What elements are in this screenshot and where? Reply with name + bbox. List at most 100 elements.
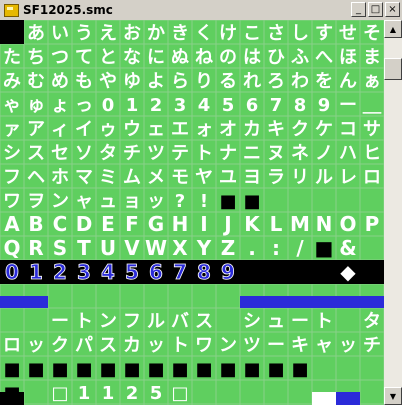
tile-glyph: ■ (27, 359, 44, 380)
tile-glyph: つ (51, 47, 69, 68)
tile-glyph: う (75, 23, 93, 44)
tile-block (240, 260, 384, 284)
tile-glyph: J (222, 212, 231, 236)
tile-glyph: バ (171, 311, 189, 332)
tile-glyph: セ (51, 143, 69, 164)
tile-glyph: ひ (267, 47, 285, 68)
tile-glyph: ほ (339, 47, 357, 68)
tile-glyph: ふ (291, 47, 309, 68)
tile-glyph: ン (51, 191, 69, 212)
tile-glyph: V (124, 236, 140, 260)
tile-glyph: I (200, 212, 207, 236)
tile-glyph: ■ (219, 359, 236, 380)
tile-glyph: ス (99, 335, 117, 356)
tile-glyph: 1 (102, 383, 115, 404)
tile-glyph: ッ (147, 191, 165, 212)
tile-glyph: ツ (147, 143, 165, 164)
tile-glyph: O (339, 212, 356, 236)
tile-glyph: か (147, 23, 165, 44)
tile-glyph: ー (51, 311, 69, 332)
tile-glyph: 9 (221, 260, 235, 284)
tile-glyph: も (75, 71, 93, 92)
tile-glyph: ン (219, 335, 237, 356)
tile-glyph: サ (363, 119, 381, 140)
tile-glyph: ユ (219, 167, 237, 188)
tile-glyph: & (339, 236, 356, 260)
tile-glyph: モ (171, 167, 189, 188)
tile-glyph: む (27, 71, 45, 92)
tile-glyph: を (315, 71, 333, 92)
tile-glyph: X (172, 236, 188, 260)
tile-glyph: ア (27, 119, 45, 140)
tile-glyph: ト (171, 335, 189, 356)
scroll-thumb[interactable] (384, 58, 402, 80)
tile-glyph: ゅ (27, 95, 45, 116)
tile-glyph: え (99, 23, 117, 44)
tile-glyph: 7 (173, 260, 187, 284)
tile-glyph: 8 (197, 260, 211, 284)
tile-viewer[interactable]: ■ あいうえおかきくけこさしすせそたちつてとなにぬねのはひふへほまみむめもやゆよら… (0, 20, 384, 405)
tile-glyph: 7 (270, 95, 283, 116)
tile-glyph: フ (3, 167, 21, 188)
tile-glyph: 1 (126, 95, 139, 116)
tile-glyph: ゆ (123, 71, 141, 92)
tile-glyph: エ (171, 119, 189, 140)
tile-glyph: ッ (147, 335, 165, 356)
tile-glyph: S (53, 236, 67, 260)
vertical-scrollbar[interactable]: ▲ ▼ (384, 20, 402, 405)
tile-glyph: フ (123, 311, 141, 332)
tile-glyph: ヘ (27, 167, 45, 188)
tile-glyph: オ (219, 119, 237, 140)
tile-glyph: 4 (101, 260, 115, 284)
window-controls: _ □ × (351, 2, 400, 17)
tile-glyph: ー (267, 335, 285, 356)
tile-glyph: ■ (195, 359, 212, 380)
tile-glyph: 3 (77, 260, 91, 284)
tile-glyph: G (148, 212, 164, 236)
tile-glyph: Z (221, 236, 236, 260)
tile-glyph: 6 (246, 95, 259, 116)
minimize-button[interactable]: _ (351, 2, 366, 17)
tile-block (0, 296, 48, 308)
tile-glyph: さ (267, 23, 285, 44)
tile-glyph: い (51, 23, 69, 44)
tile-glyph: せ (339, 23, 357, 44)
tile-glyph: Y (196, 236, 212, 260)
tile-glyph: 2 (53, 260, 67, 284)
tile-glyph: 0 (102, 95, 115, 116)
tile-glyph: ヨ (243, 167, 261, 188)
tile-glyph: ■ (3, 359, 20, 380)
tile-glyph: ノ (315, 143, 333, 164)
tile-glyph: R (28, 236, 43, 260)
tile-glyph: D (76, 212, 93, 236)
tile-glyph: ■ (243, 359, 260, 380)
tile-glyph: ワ (3, 191, 21, 212)
tile-glyph: 5 (150, 383, 163, 404)
tile-glyph: ー (291, 311, 309, 332)
tile-glyph: ! (200, 191, 208, 212)
maximize-button[interactable]: □ (368, 2, 383, 17)
tile-glyph: ト (75, 311, 93, 332)
tile-glyph: A (4, 212, 20, 236)
tile-glyph: ゃ (3, 95, 21, 116)
tile-grid[interactable]: ■ あいうえおかきくけこさしすせそたちつてとなにぬねのはひふへほまみむめもやゆよら… (0, 20, 384, 405)
tile-glyph: っ (75, 95, 93, 116)
tile-glyph: / (296, 236, 304, 260)
scroll-down-button[interactable]: ▼ (384, 387, 402, 405)
tile-glyph: ホ (51, 167, 69, 188)
tile-glyph: ヤ (195, 167, 213, 188)
scroll-up-button[interactable]: ▲ (384, 20, 402, 38)
tile-glyph: チ (363, 335, 381, 356)
tile-glyph: . (248, 236, 256, 260)
close-button[interactable]: × (385, 2, 400, 17)
tile-glyph: イ (75, 119, 93, 140)
tile-glyph: る (219, 71, 237, 92)
tile-glyph: ソ (75, 143, 93, 164)
tile-glyph: ォ (195, 119, 213, 140)
tile-glyph: ぁ (363, 71, 381, 92)
tile-glyph: 2 (126, 383, 139, 404)
tile-glyph: ぬ (171, 47, 189, 68)
tile-glyph: ■ (291, 359, 308, 380)
tile-glyph: な (123, 47, 141, 68)
tile-glyph: ◆ (340, 260, 356, 284)
